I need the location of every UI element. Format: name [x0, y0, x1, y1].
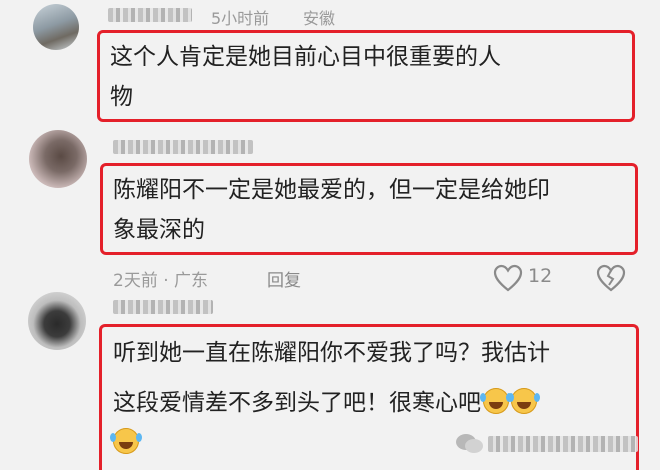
avatar[interactable]: [29, 130, 87, 188]
avatar[interactable]: [28, 292, 86, 350]
watermark-blurred: [488, 436, 638, 452]
comment-location: 安徽: [303, 9, 336, 28]
comment-time: 5小时前: [211, 9, 270, 28]
like-count: 12: [528, 265, 553, 287]
comment-text-line: 陈耀阳不一定是她最爱的，但一定是给她印: [113, 177, 550, 203]
comment-text-span: 这段爱情差不多到头了吧！很寒心吧: [113, 390, 481, 416]
tears-of-joy-emoji: [110, 428, 139, 454]
heart-outline-icon[interactable]: [493, 264, 523, 292]
tears-of-joy-emoji: [480, 388, 509, 414]
wechat-icon: [456, 434, 483, 453]
tears-of-joy-emoji: [508, 388, 537, 414]
comment-text-line: [110, 423, 139, 463]
username-blurred[interactable]: [113, 140, 253, 154]
comment-text-line: 这个人肯定是她目前心目中很重要的人: [110, 44, 501, 70]
avatar[interactable]: [33, 4, 79, 50]
comment-text-line: 物: [110, 84, 133, 110]
username-blurred[interactable]: [108, 8, 192, 22]
reply-button[interactable]: 回复: [267, 266, 301, 291]
comment-text-line: 这段爱情差不多到头了吧！很寒心吧: [113, 383, 537, 423]
comment-text-line: 听到她一直在陈耀阳你不爱我了吗？我估计: [113, 340, 550, 366]
username-blurred[interactable]: [113, 300, 213, 314]
comment-time-location: 2天前 · 广东: [113, 271, 209, 291]
broken-heart-icon[interactable]: [596, 264, 626, 292]
comment-text-line: 象最深的: [113, 217, 205, 243]
